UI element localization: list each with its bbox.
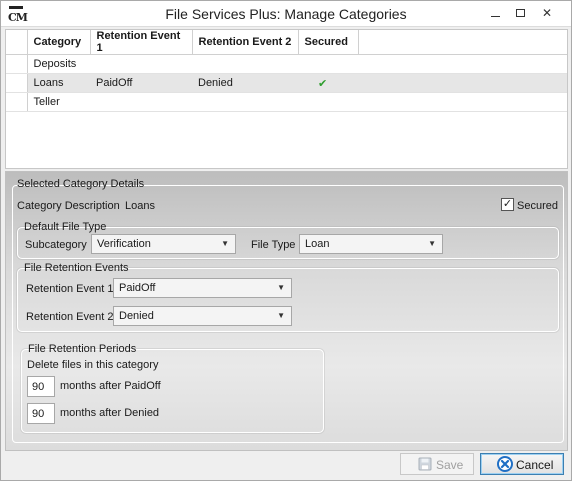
cancel-button[interactable]: Cancel: [480, 453, 564, 475]
row-header[interactable]: [6, 54, 28, 74]
event2-cell[interactable]: [192, 92, 298, 112]
close-icon[interactable]: ✕: [539, 5, 555, 21]
period-2-input[interactable]: 90: [27, 403, 55, 424]
event2-cell[interactable]: [192, 54, 298, 74]
retention-event-2-value: Denied: [119, 310, 154, 322]
secured-checkbox[interactable]: ✓: [501, 198, 514, 211]
category-cell[interactable]: Loans: [27, 73, 90, 93]
chevron-down-icon: ▼: [221, 239, 229, 248]
subcategory-label: Subcategory: [25, 239, 87, 251]
retention-event-2-dropdown[interactable]: Denied ▼: [113, 306, 292, 326]
event1-cell[interactable]: [90, 92, 192, 112]
category-details-panel: Selected Category Details Category Descr…: [5, 171, 568, 451]
maximize-icon[interactable]: [512, 5, 528, 21]
secured-cell[interactable]: [298, 92, 358, 112]
category-description-value: Loans: [125, 200, 155, 212]
file-type-dropdown[interactable]: Loan ▼: [299, 234, 443, 254]
column-header-category[interactable]: Category: [27, 30, 91, 55]
column-header-secured[interactable]: Secured: [298, 30, 359, 55]
cancel-x-icon: [497, 456, 513, 472]
window-title: File Services Plus: Manage Categories: [165, 6, 407, 22]
column-header-retention-event-1[interactable]: Retention Event 1: [90, 30, 193, 55]
retention-event-1-label: Retention Event 1: [26, 283, 114, 295]
period-1-input[interactable]: 90: [27, 376, 55, 397]
retention-event-2-label: Retention Event 2: [26, 311, 114, 323]
check-mark-icon: ✔: [318, 77, 328, 90]
secured-cell[interactable]: ✔: [298, 73, 358, 93]
table-row[interactable]: Deposits: [6, 54, 567, 74]
category-cell[interactable]: Deposits: [27, 54, 90, 74]
retention-periods-title: File Retention Periods: [28, 343, 137, 355]
floppy-disk-icon: [418, 457, 432, 471]
row-header[interactable]: [6, 73, 28, 93]
file-type-value: Loan: [305, 238, 330, 250]
column-header-retention-event-2[interactable]: Retention Event 2: [192, 30, 299, 55]
period-2-label: months after Denied: [60, 407, 160, 419]
retention-periods-subtitle: Delete files in this category: [27, 359, 159, 371]
minimize-icon[interactable]: [487, 5, 503, 21]
category-description-label: Category Description: [17, 200, 120, 212]
secured-cell[interactable]: [298, 54, 358, 74]
chevron-down-icon: ▼: [428, 239, 436, 248]
save-button[interactable]: Save: [400, 453, 474, 475]
category-cell[interactable]: Teller: [27, 92, 90, 112]
default-file-type-title: Default File Type: [24, 221, 107, 233]
grid-corner-header: [6, 30, 28, 55]
subcategory-value: Verification: [97, 238, 151, 250]
table-row[interactable]: Loans PaidOff Denied ✔: [6, 73, 567, 93]
chevron-down-icon: ▼: [277, 283, 285, 292]
event1-cell[interactable]: PaidOff: [90, 73, 192, 93]
subcategory-dropdown[interactable]: Verification ▼: [91, 234, 236, 254]
retention-event-1-dropdown[interactable]: PaidOff ▼: [113, 278, 292, 298]
file-type-label: File Type: [251, 239, 296, 251]
manage-categories-window: CM File Services Plus: Manage Categories…: [0, 0, 572, 481]
title-bar: CM File Services Plus: Manage Categories…: [1, 1, 571, 27]
categories-grid[interactable]: Category Retention Event 1 Retention Eve…: [5, 29, 568, 169]
details-section-title: Selected Category Details: [17, 178, 145, 190]
retention-events-title: File Retention Events: [24, 262, 129, 274]
row-header[interactable]: [6, 92, 28, 112]
chevron-down-icon: ▼: [277, 311, 285, 320]
period-1-label: months after PaidOff: [60, 380, 161, 392]
secured-label[interactable]: Secured: [517, 200, 558, 212]
event1-cell[interactable]: [90, 54, 192, 74]
retention-event-1-value: PaidOff: [119, 282, 156, 294]
event2-cell[interactable]: Denied: [192, 73, 298, 93]
table-row[interactable]: Teller: [6, 92, 567, 112]
